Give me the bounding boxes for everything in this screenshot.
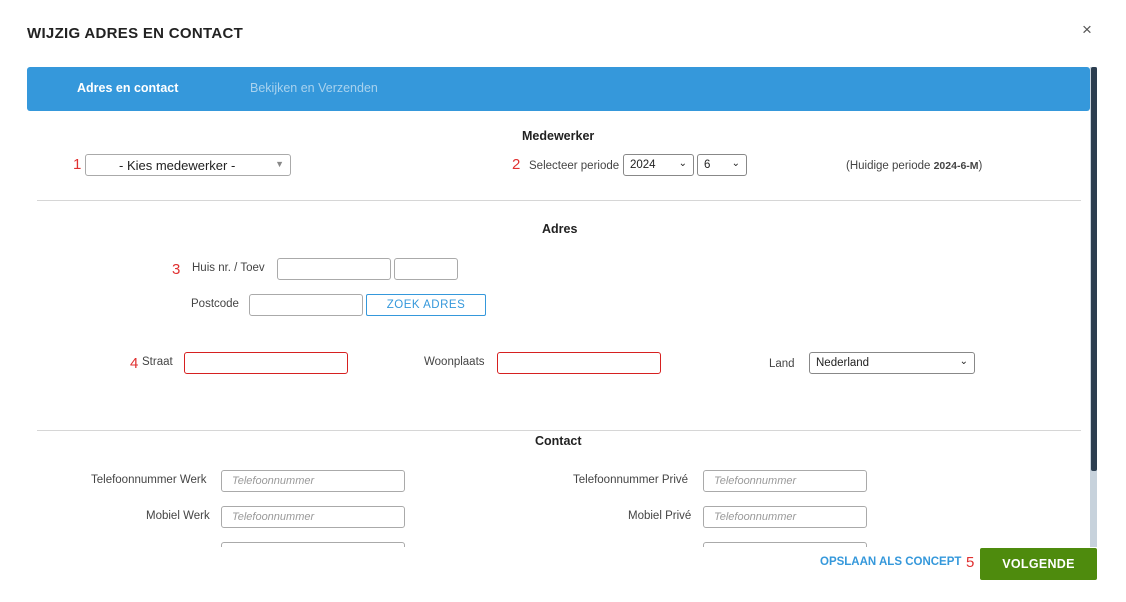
mobiel-prive-input[interactable] — [703, 506, 867, 528]
medewerker-select[interactable]: - Kies medewerker - ▼ — [85, 154, 291, 176]
postcode-input[interactable] — [249, 294, 363, 316]
mobiel-werk-input[interactable] — [221, 506, 405, 528]
postcode-label: Postcode — [191, 298, 239, 310]
tel-werk-label: Telefoonnummer Werk — [91, 474, 207, 486]
chevron-down-icon: ▼ — [275, 159, 284, 169]
scrollbar-thumb[interactable] — [1091, 67, 1097, 471]
close-icon[interactable]: × — [1082, 20, 1092, 40]
tab-bekijken-en-verzenden[interactable]: Bekijken en Verzenden — [250, 81, 378, 95]
medewerker-select-value: - Kies medewerker - — [119, 158, 236, 173]
huisnr-label: Huis nr. / Toev — [192, 262, 265, 274]
tab-adres-en-contact[interactable]: Adres en contact — [77, 81, 178, 95]
marker-2: 2 — [512, 156, 521, 173]
month-select[interactable]: 6 ⌄ — [697, 154, 747, 176]
marker-5: 5 — [966, 554, 975, 571]
huisnr-input[interactable] — [277, 258, 391, 280]
mobiel-werk-label: Mobiel Werk — [146, 510, 210, 522]
marker-4: 4 — [130, 355, 139, 372]
marker-1: 1 — [73, 156, 82, 173]
land-select-value: Nederland — [816, 357, 870, 369]
zoek-adres-button[interactable]: ZOEK ADRES — [366, 294, 486, 316]
straat-input[interactable] — [184, 352, 348, 374]
mobiel-prive-label: Mobiel Privé — [628, 510, 692, 522]
chevron-down-icon: ⌄ — [959, 356, 968, 367]
chevron-down-icon: ⌄ — [678, 158, 687, 169]
woonplaats-input[interactable] — [497, 352, 661, 374]
opslaan-als-concept-link[interactable]: OPSLAAN ALS CONCEPT — [820, 556, 961, 568]
form-content: Medewerker 1 - Kies medewerker - ▼ 2 Sel… — [27, 111, 1090, 547]
divider — [37, 200, 1081, 201]
partial-input[interactable] — [221, 542, 405, 547]
woonplaats-label: Woonplaats — [424, 356, 485, 368]
toevoeging-input[interactable] — [394, 258, 458, 280]
tel-prive-input[interactable] — [703, 470, 867, 492]
huidige-periode: (Huidige periode 2024-6-M) — [846, 160, 982, 172]
periode-label: Selecteer periode — [529, 160, 620, 172]
adres-heading: Adres — [542, 222, 578, 236]
land-select[interactable]: Nederland ⌄ — [809, 352, 975, 374]
huidige-suffix: ) — [978, 160, 983, 172]
year-select-value: 2024 — [630, 159, 656, 171]
volgende-button[interactable]: VOLGENDE — [980, 548, 1097, 580]
contact-heading: Contact — [535, 434, 582, 448]
chevron-down-icon: ⌄ — [731, 158, 740, 169]
marker-3: 3 — [172, 261, 181, 278]
year-select[interactable]: 2024 ⌄ — [623, 154, 694, 176]
huidige-prefix: (Huidige periode — [846, 160, 934, 172]
land-label: Land — [769, 358, 795, 370]
straat-label: Straat — [142, 356, 173, 368]
medewerker-heading: Medewerker — [522, 129, 595, 143]
partial-input[interactable] — [703, 542, 867, 547]
tab-bar: Adres en contact Bekijken en Verzenden — [27, 67, 1090, 111]
tel-werk-input[interactable] — [221, 470, 405, 492]
month-select-value: 6 — [704, 159, 711, 171]
divider — [37, 430, 1081, 431]
dialog-title: WIJZIG ADRES EN CONTACT — [27, 25, 244, 42]
huidige-value: 2024-6-M — [933, 160, 979, 172]
tel-prive-label: Telefoonnummer Privé — [573, 474, 689, 486]
